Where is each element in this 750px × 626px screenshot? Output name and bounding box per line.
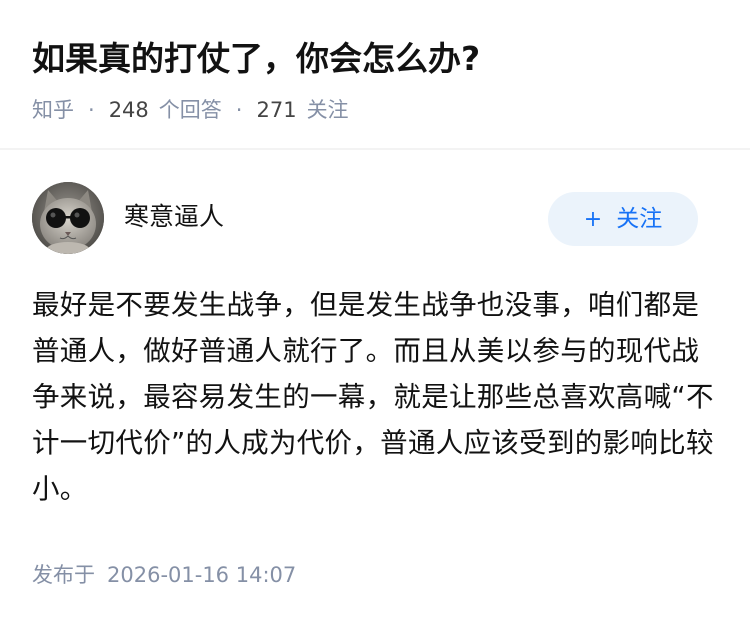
publish-label: 发布于: [32, 563, 95, 587]
cat-with-sunglasses-icon: [32, 182, 104, 254]
follower-count-label[interactable]: 关注: [307, 94, 349, 126]
author-name[interactable]: 寒意逼人: [124, 200, 224, 234]
follow-button[interactable]: + 关注: [548, 192, 698, 246]
follow-button-label: 关注: [616, 206, 663, 232]
answer-count: 248: [108, 98, 149, 122]
meta-separator: ·: [235, 98, 243, 122]
plus-icon: +: [583, 207, 603, 232]
question-meta: 知乎 · 248 个回答 · 271 关注: [32, 94, 349, 126]
answer-count-label[interactable]: 个回答: [159, 94, 222, 126]
publish-info: 发布于 2026-01-16 14:07: [32, 558, 296, 592]
author-avatar[interactable]: [32, 182, 104, 254]
answer-text: 最好是不要发生战争，但是发生战争也没事，咱们都是普通人，做好普通人就行了。而且从…: [32, 289, 714, 505]
author-row: 寒意逼人 + 关注: [32, 182, 718, 254]
follower-count: 271: [256, 98, 297, 122]
publish-time: 2026-01-16 14:07: [107, 563, 297, 587]
source-label[interactable]: 知乎: [32, 94, 74, 126]
meta-separator: ·: [88, 98, 95, 122]
question-header: 如果真的打仗了，你会怎么办? 知乎 · 248 个回答 · 271 关注: [0, 0, 750, 150]
question-title[interactable]: 如果真的打仗了，你会怎么办?: [32, 36, 480, 82]
answer-content: 最好是不要发生战争，但是发生战争也没事，咱们都是普通人，做好普通人就行了。而且从…: [32, 282, 722, 512]
